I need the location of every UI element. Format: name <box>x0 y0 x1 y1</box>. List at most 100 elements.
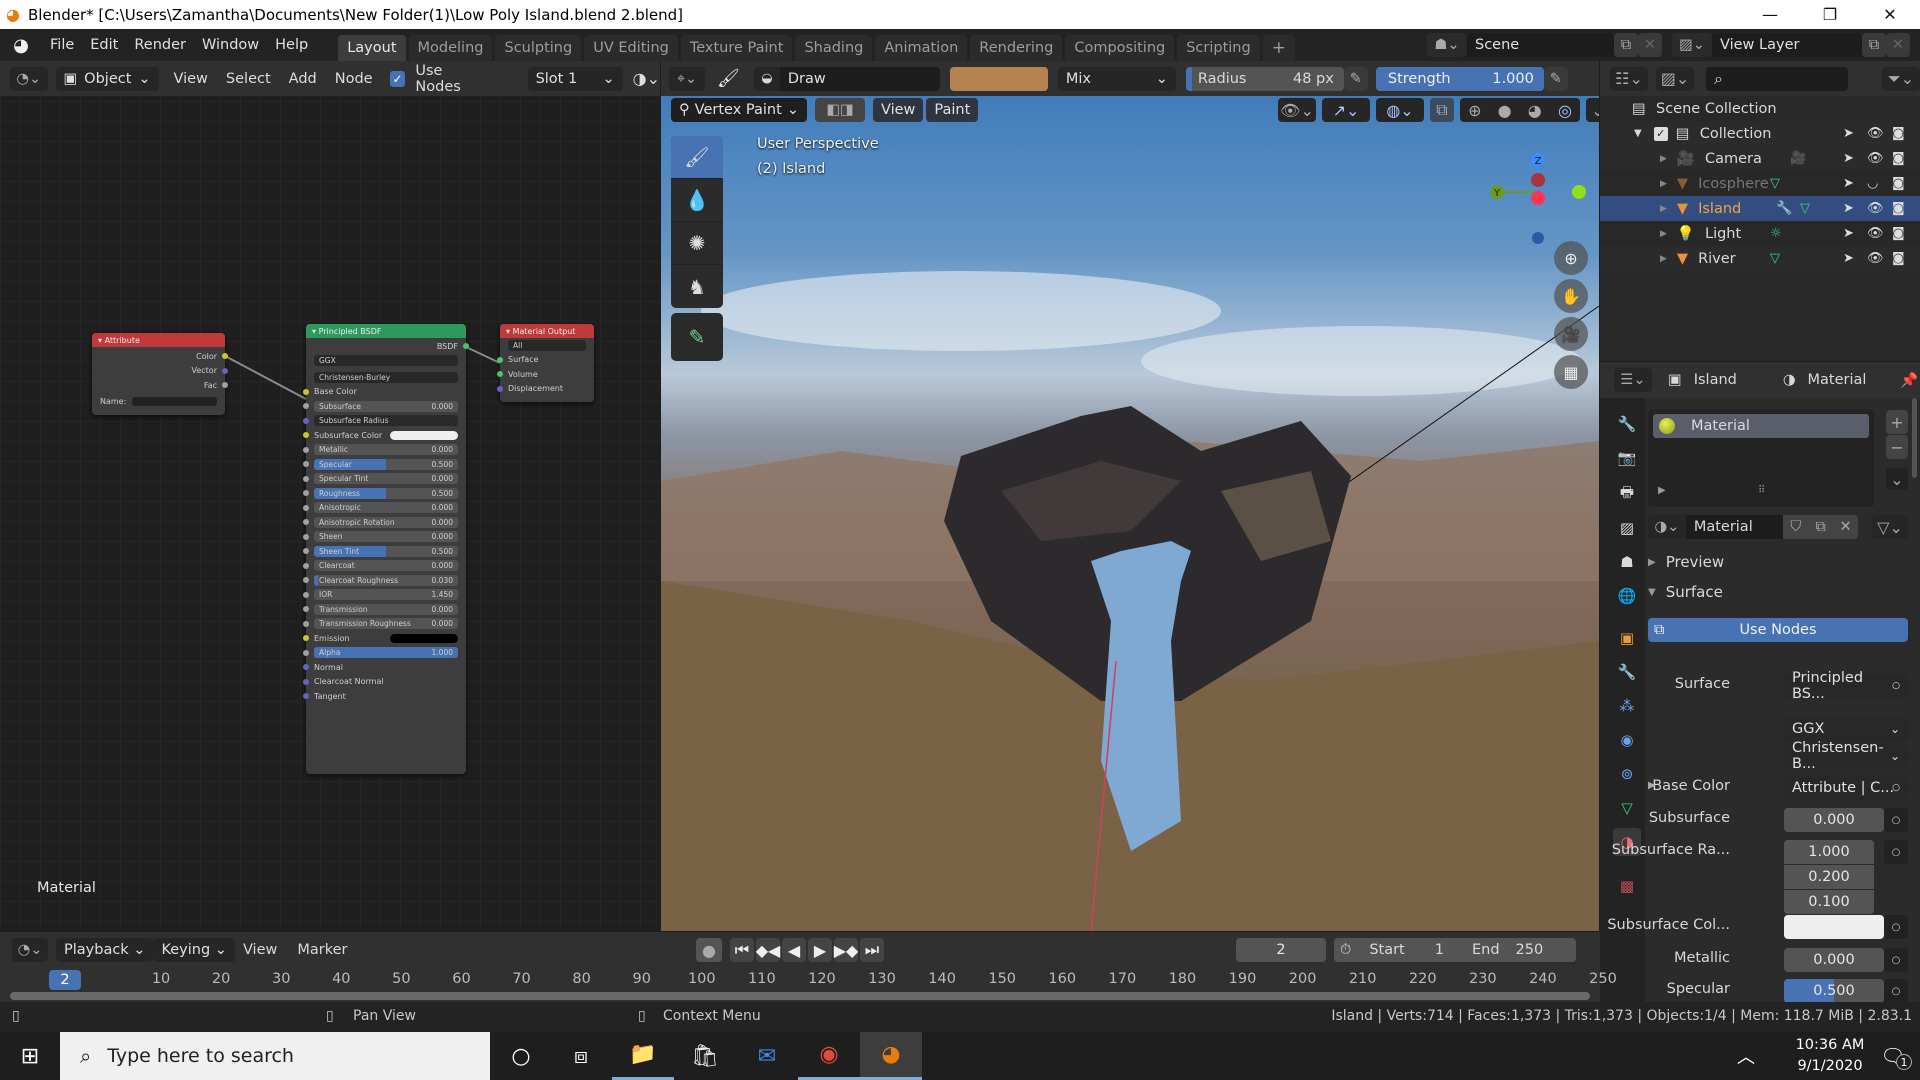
tab-object-data[interactable]: ▽ <box>1613 794 1641 822</box>
socket-link-button[interactable]: ○ <box>1884 948 1908 972</box>
taskbar-search-box[interactable]: ⌕ Type here to search <box>60 1032 490 1080</box>
neg-y-axis-handle[interactable] <box>1572 185 1586 199</box>
input-socket[interactable] <box>303 519 309 526</box>
attribute-name-field[interactable] <box>132 397 217 407</box>
view-layer-field[interactable]: View Layer <box>1712 33 1862 57</box>
bsdf-slider[interactable]: Anisotropic 0.000 <box>314 502 458 514</box>
outliner-row-object[interactable]: ▶ ▼ Island 🔧 ▽ ➤ 👁 ◙ <box>1600 196 1920 221</box>
x-axis-back-handle[interactable] <box>1531 173 1545 187</box>
bsdf-slider[interactable]: Metallic 0.000 <box>314 444 458 456</box>
camera-render-icon[interactable]: ◙ <box>1892 251 1905 266</box>
remove-slot-button[interactable]: − <box>1886 435 1908 459</box>
tab-constraints[interactable]: ⊚ <box>1613 760 1641 788</box>
fake-user-button[interactable]: ⛉ <box>1783 515 1809 539</box>
socket-link-button[interactable]: ○ <box>1884 915 1908 939</box>
input-socket[interactable] <box>303 417 309 424</box>
color-swatch-field[interactable] <box>1784 915 1884 939</box>
filter-dropdown[interactable]: ⏷⌄ <box>1882 66 1920 91</box>
output-target-dropdown[interactable]: All <box>508 339 586 351</box>
eye-icon[interactable]: 👁 <box>1867 226 1884 241</box>
paint-mask-toggles[interactable]: ◧◨ <box>815 98 865 122</box>
strength-slider[interactable]: Strength 1.000 <box>1375 66 1544 91</box>
camera-data-icon[interactable]: 🎥 <box>1790 151 1806 166</box>
linked-input-field[interactable]: Principled BS... ○ <box>1784 670 1908 702</box>
select-arrow-icon[interactable]: ➤ <box>1843 126 1854 141</box>
preview-panel-header[interactable]: ▶ Preview <box>1648 553 1724 571</box>
show-hidden-icons-button[interactable]: ︿ <box>1726 1032 1766 1080</box>
navigation-gizmo[interactable]: Z Y <box>1481 136 1591 256</box>
tab-animation[interactable]: Animation <box>875 35 968 61</box>
next-keyframe-button[interactable]: ▶◆ <box>834 938 858 962</box>
pan-view-button[interactable]: ✋ <box>1554 279 1588 313</box>
tab-view-layer[interactable]: ▨ <box>1613 514 1641 542</box>
visibility-dropdown[interactable]: 👁⌄ <box>1278 98 1316 122</box>
neg-z-axis-handle[interactable] <box>1532 232 1544 244</box>
input-socket[interactable] <box>303 432 309 439</box>
menu-edit[interactable]: Edit <box>82 37 126 53</box>
input-socket[interactable] <box>303 475 309 482</box>
outliner-row-object[interactable]: ▶ ▼ Icosphere ▽ ➤ ◡ ◙ <box>1600 171 1920 196</box>
expand-icon[interactable]: ▶ <box>1660 154 1667 164</box>
input-socket[interactable] <box>303 635 309 642</box>
slot-specials-button[interactable]: ⌄ <box>1886 468 1908 490</box>
timeline-menu-marker[interactable]: Marker <box>297 942 347 958</box>
bsdf-slider[interactable]: Alpha 1.000 <box>314 647 458 659</box>
viewport-menu-paint[interactable]: Paint <box>926 98 979 122</box>
chrome-button[interactable]: ◉ <box>798 1032 860 1080</box>
radius-pressure-toggle[interactable]: ✎ <box>1343 66 1368 91</box>
tab-modifiers[interactable]: 🔧 <box>1613 658 1641 686</box>
outliner-row-object[interactable]: ▶ ▼ River ▽ ➤ 👁 ◙ <box>1600 246 1920 271</box>
brush-color-swatch[interactable] <box>949 66 1048 91</box>
brush-name-field[interactable]: Draw <box>779 66 940 91</box>
delete-view-layer-button[interactable]: ✕ <box>1886 33 1910 57</box>
tab-sculpting[interactable]: Sculpting <box>495 35 582 61</box>
bsdf-slider[interactable]: Sheen Tint 0.500 <box>314 545 458 557</box>
bsdf-slider[interactable]: Sheen 0.000 <box>314 531 458 543</box>
eye-icon[interactable]: 👁 <box>1867 251 1884 266</box>
mail-button[interactable]: ✉ <box>736 1032 798 1080</box>
tab-world[interactable]: 🌐 <box>1613 582 1641 610</box>
wrench-icon[interactable]: 🔧 <box>1776 201 1792 216</box>
notifications-button[interactable]: 🗨 1 <box>1870 1032 1916 1080</box>
ortho-toggle-button[interactable]: ▦ <box>1554 355 1588 389</box>
input-socket[interactable] <box>303 606 309 613</box>
menu-file[interactable]: File <box>42 37 82 53</box>
resize-grip-icon[interactable]: ⠿ <box>1758 485 1765 496</box>
close-button[interactable]: ✕ <box>1860 0 1920 29</box>
linked-input-field[interactable]: Attribute | C... ○ <box>1784 776 1908 800</box>
camera-render-icon[interactable]: ◙ <box>1892 226 1905 241</box>
jump-start-button[interactable]: ⏮ <box>730 938 754 962</box>
input-socket[interactable] <box>303 388 309 395</box>
tab-rendering[interactable]: Rendering <box>970 35 1063 61</box>
stopwatch-icon[interactable]: ⏱ <box>1340 942 1351 958</box>
input-socket[interactable] <box>303 548 309 555</box>
file-explorer-button[interactable]: 📁 <box>612 1032 674 1080</box>
socket-link-button[interactable]: ○ <box>1884 979 1908 1003</box>
eye-icon[interactable]: 👁 <box>1867 126 1884 141</box>
socket-link-button[interactable]: ○ <box>1884 808 1908 832</box>
bsdf-slider[interactable]: Clearcoat 0.000 <box>314 560 458 572</box>
menu-help[interactable]: Help <box>267 37 316 53</box>
expand-icon[interactable]: ▶ <box>1648 780 1656 791</box>
material-slot-item[interactable]: Material <box>1653 414 1869 438</box>
start-frame-field[interactable]: 1 <box>1435 942 1444 958</box>
gizmo-toggle[interactable]: ↗⌄ <box>1322 98 1370 122</box>
menu-window[interactable]: Window <box>194 37 267 53</box>
input-socket[interactable] <box>303 649 309 656</box>
tab-modeling[interactable]: Modeling <box>408 35 493 61</box>
eye-closed-icon[interactable]: ◡ <box>1867 176 1878 191</box>
mode-dropdown[interactable]: ⚲ Vertex Paint ⌄ <box>671 98 807 122</box>
input-socket[interactable] <box>303 693 309 700</box>
tab-particles[interactable]: ⁂ <box>1613 692 1641 720</box>
taskbar-clock[interactable]: 10:36 AM 9/1/2020 <box>1782 1035 1878 1077</box>
property-dropdown[interactable]: Christensen-B... ⌄ <box>1784 740 1908 772</box>
outliner-search-input[interactable]: ⌕ <box>1706 66 1848 91</box>
radius-slider[interactable]: Radius 48 px <box>1185 66 1344 91</box>
current-frame-field[interactable]: 2 <box>1236 938 1326 962</box>
attribute-node-header[interactable]: ▾ Attribute <box>92 333 225 347</box>
tab-compositing[interactable]: Compositing <box>1065 35 1175 61</box>
socket-surface[interactable] <box>497 356 503 363</box>
play-button[interactable]: ▶ <box>808 938 832 962</box>
socket-volume[interactable] <box>497 371 503 378</box>
outliner-row-object[interactable]: ▶ 💡 Light ☼ ➤ 👁 ◙ <box>1600 221 1920 246</box>
